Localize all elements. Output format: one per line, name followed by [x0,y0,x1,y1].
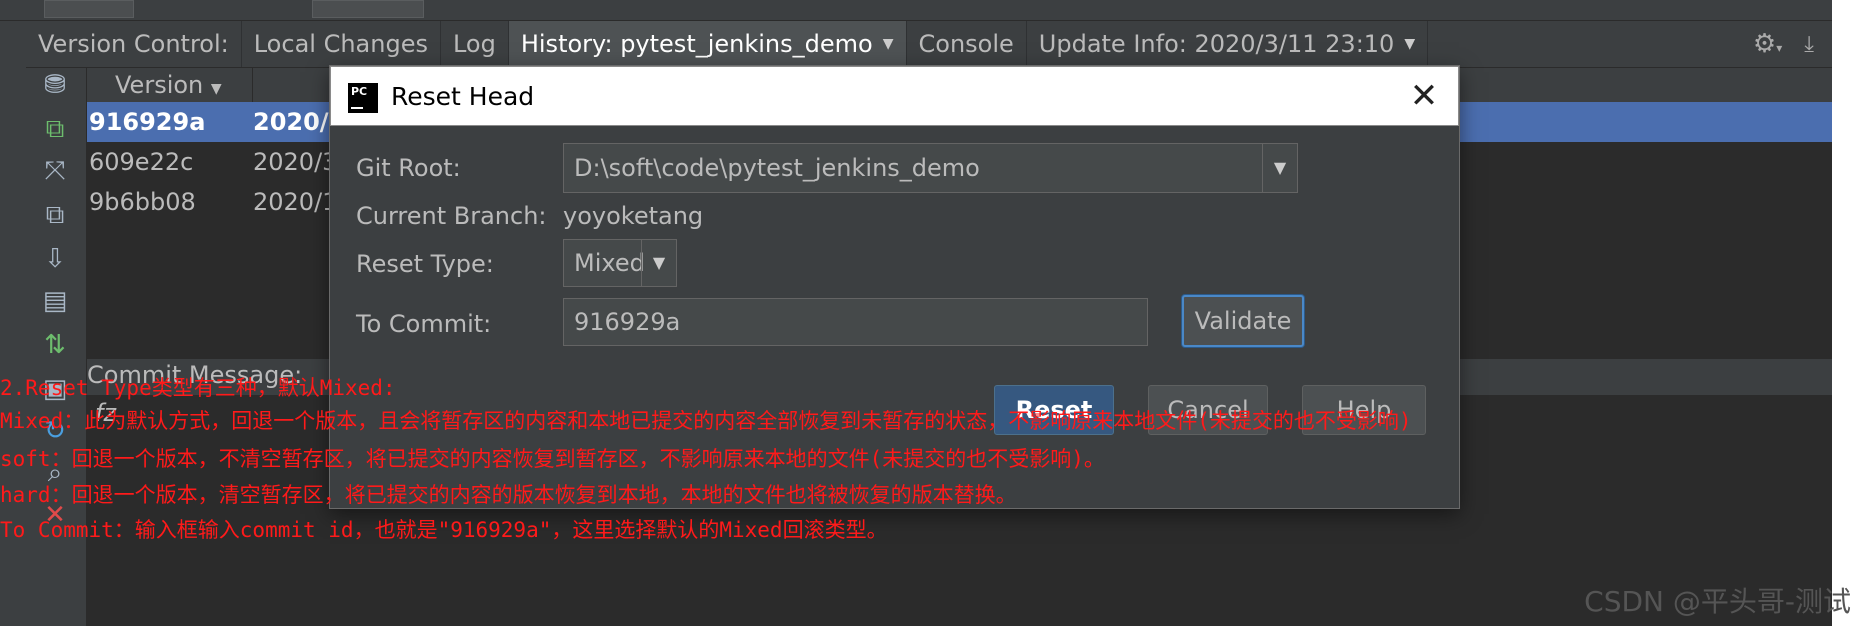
chevron-down-icon: ▼ [210,81,222,97]
column-header-version[interactable]: Version ▼ [87,68,253,102]
version-control-label: Version Control: [26,21,242,67]
to-commit-input[interactable]: 916929a [563,298,1148,346]
hide-panel-icon[interactable]: ⤓ [1804,32,1814,57]
document-icon[interactable]: ▤ [40,286,70,316]
row-hash: 9b6bb08 [89,188,196,216]
tab-label: Local Changes [253,30,428,58]
tab-label: History: pytest_jenkins_demo [520,30,873,58]
current-branch-value: yoyoketang [563,202,704,230]
expand-icon[interactable]: ⤧ [40,156,70,186]
tab-history[interactable]: History: pytest_jenkins_demo ▼ [508,21,907,67]
dialog-title: Reset Head [391,82,535,111]
gear-icon[interactable]: ⚙▾ [1753,29,1782,59]
git-root-label: Git Root: [356,154,461,182]
row-date: 2020/3 [253,148,338,176]
copy-icon[interactable]: ⧉ [40,200,70,230]
toolbar-stub [44,0,134,18]
column-label: Version [115,71,204,99]
row-hash: 609e22c [89,148,194,176]
tab-tools: ⚙▾ ⤓ [1753,21,1832,67]
tab-label: Log [452,30,496,58]
tab-local-changes[interactable]: Local Changes [242,21,441,67]
watermark: CSDN @平头哥-测试 [1584,585,1851,618]
git-root-value: D:\soft\code\pytest_jenkins_demo [574,154,980,182]
top-strip [0,0,1832,21]
reset-type-select[interactable]: Mixed ▼ [563,239,677,287]
tab-console[interactable]: Console [907,21,1027,67]
git-root-select[interactable]: D:\soft\code\pytest_jenkins_demo ▼ [563,143,1298,193]
chevron-down-icon[interactable]: ▼ [1262,144,1297,192]
tab-label: Update Info: 2020/3/11 23:10 [1038,30,1395,58]
reset-type-label: Reset Type: [356,250,494,278]
annotation-line: 2.Reset Type类型有三种，默认Mixed: [0,376,396,400]
annotation-line: soft：回退一个版本，不清空暂存区，将已提交的内容恢复到暂存区，不影响原来本地… [0,447,1105,471]
dialog-titlebar[interactable]: PC Reset Head ✕ [330,66,1459,126]
pycharm-logo-icon: PC [348,83,378,113]
chevron-down-icon[interactable]: ▼ [883,36,894,52]
annotation-line: Mixed：此为默认方式，回退一个版本，且会将暂存区的内容和本地已提交的内容全部… [0,409,1412,433]
get-icon[interactable]: ⇩ [40,244,70,274]
close-icon[interactable]: ✕ [1404,76,1444,116]
chevron-down-icon[interactable]: ▼ [1404,36,1415,52]
compare-icon[interactable]: ⧉ [40,114,70,144]
annotation-line: To Commit：输入框输入commit id，也就是"916929a"，这里… [0,518,888,542]
toolbar-stub [312,0,424,18]
row-date: 2020/1 [253,188,338,216]
validate-button[interactable]: Validate [1182,295,1304,347]
tab-update-info[interactable]: Update Info: 2020/3/11 23:10 ▼ [1027,21,1429,67]
row-hash: 916929a [89,108,206,136]
to-commit-label: To Commit: [356,310,492,338]
refresh-icon[interactable]: ⛃ [40,70,70,100]
diff-icon[interactable]: ⇅ [40,330,70,360]
tab-label: Console [918,30,1014,58]
annotation-line: hard：回退一个版本，清空暂存区，将已提交的内容的版本恢复到本地，本地的文件也… [0,483,1017,507]
version-control-tabbar: Version Control: Local Changes Log Histo… [26,21,1832,68]
tab-log[interactable]: Log [441,21,509,67]
chevron-down-icon[interactable]: ▼ [641,240,676,286]
reset-head-dialog: PC Reset Head ✕ Git Root: D:\soft\code\p… [330,66,1459,508]
current-branch-label: Current Branch: [356,202,547,230]
reset-type-value: Mixed [574,249,645,277]
